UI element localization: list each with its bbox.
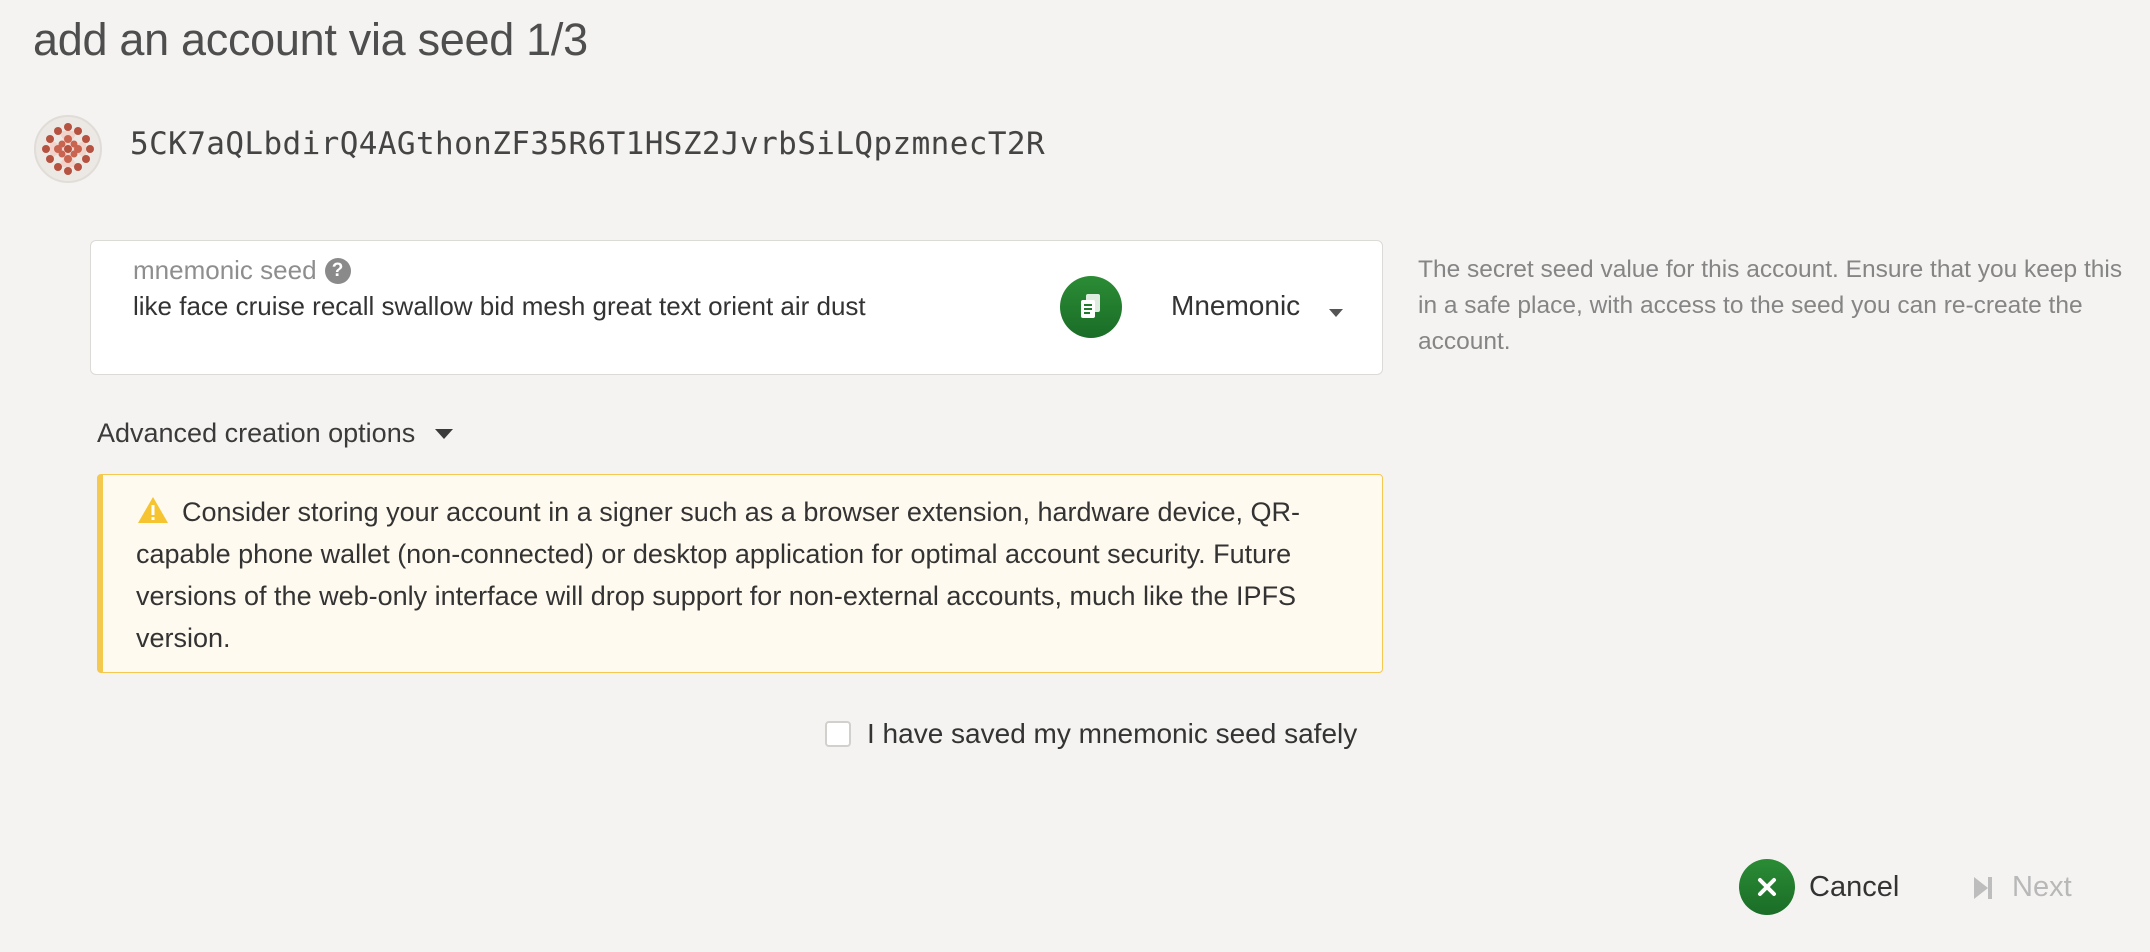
seed-label: mnemonic seed ? [133,255,351,286]
next-button[interactable]: Next [1972,871,2072,904]
seed-type-selected: Mnemonic [1171,290,1301,321]
saved-seed-confirmation[interactable]: I have saved my mnemonic seed safely [825,718,1357,750]
saved-seed-label: I have saved my mnemonic seed safely [867,718,1358,749]
cancel-button[interactable]: Cancel [1739,859,1899,915]
seed-value[interactable]: like face cruise recall swallow bid mesh… [133,291,866,322]
step-forward-icon [1974,876,1992,899]
chevron-down-icon [1329,309,1343,317]
mnemonic-seed-field[interactable]: mnemonic seed ? like face cruise recall … [90,240,1383,375]
seed-type-dropdown[interactable]: Mnemonic [1171,271,1371,341]
next-label: Next [2012,871,2072,903]
warning-box: Consider storing your account in a signe… [97,474,1383,673]
seed-label-text: mnemonic seed [133,255,317,285]
copy-icon [1081,294,1100,318]
account-address: 5CK7aQLbdirQ4AGthonZF35R6T1HSZ2JvrbSiLQp… [130,126,1046,162]
warning-icon [138,497,168,523]
cancel-label: Cancel [1809,870,1900,903]
page-title: add an account via seed 1/3 [33,14,588,65]
advanced-options-label: Advanced creation options [97,418,416,448]
caret-down-icon [435,428,454,439]
warning-text: Consider storing your account in a signe… [136,497,1301,653]
copy-button[interactable] [1060,276,1122,338]
warning-message: Consider storing your account in a signe… [136,491,1336,659]
seed-help-text: The secret seed value for this account. … [1418,256,2123,355]
help-icon[interactable]: ? [324,257,351,284]
account-identity [34,114,102,184]
saved-seed-checkbox[interactable] [825,721,851,747]
identicon-graphic [42,123,94,175]
advanced-options-toggle[interactable]: Advanced creation options [97,418,454,449]
close-icon [1739,859,1795,915]
identicon[interactable] [34,115,102,183]
